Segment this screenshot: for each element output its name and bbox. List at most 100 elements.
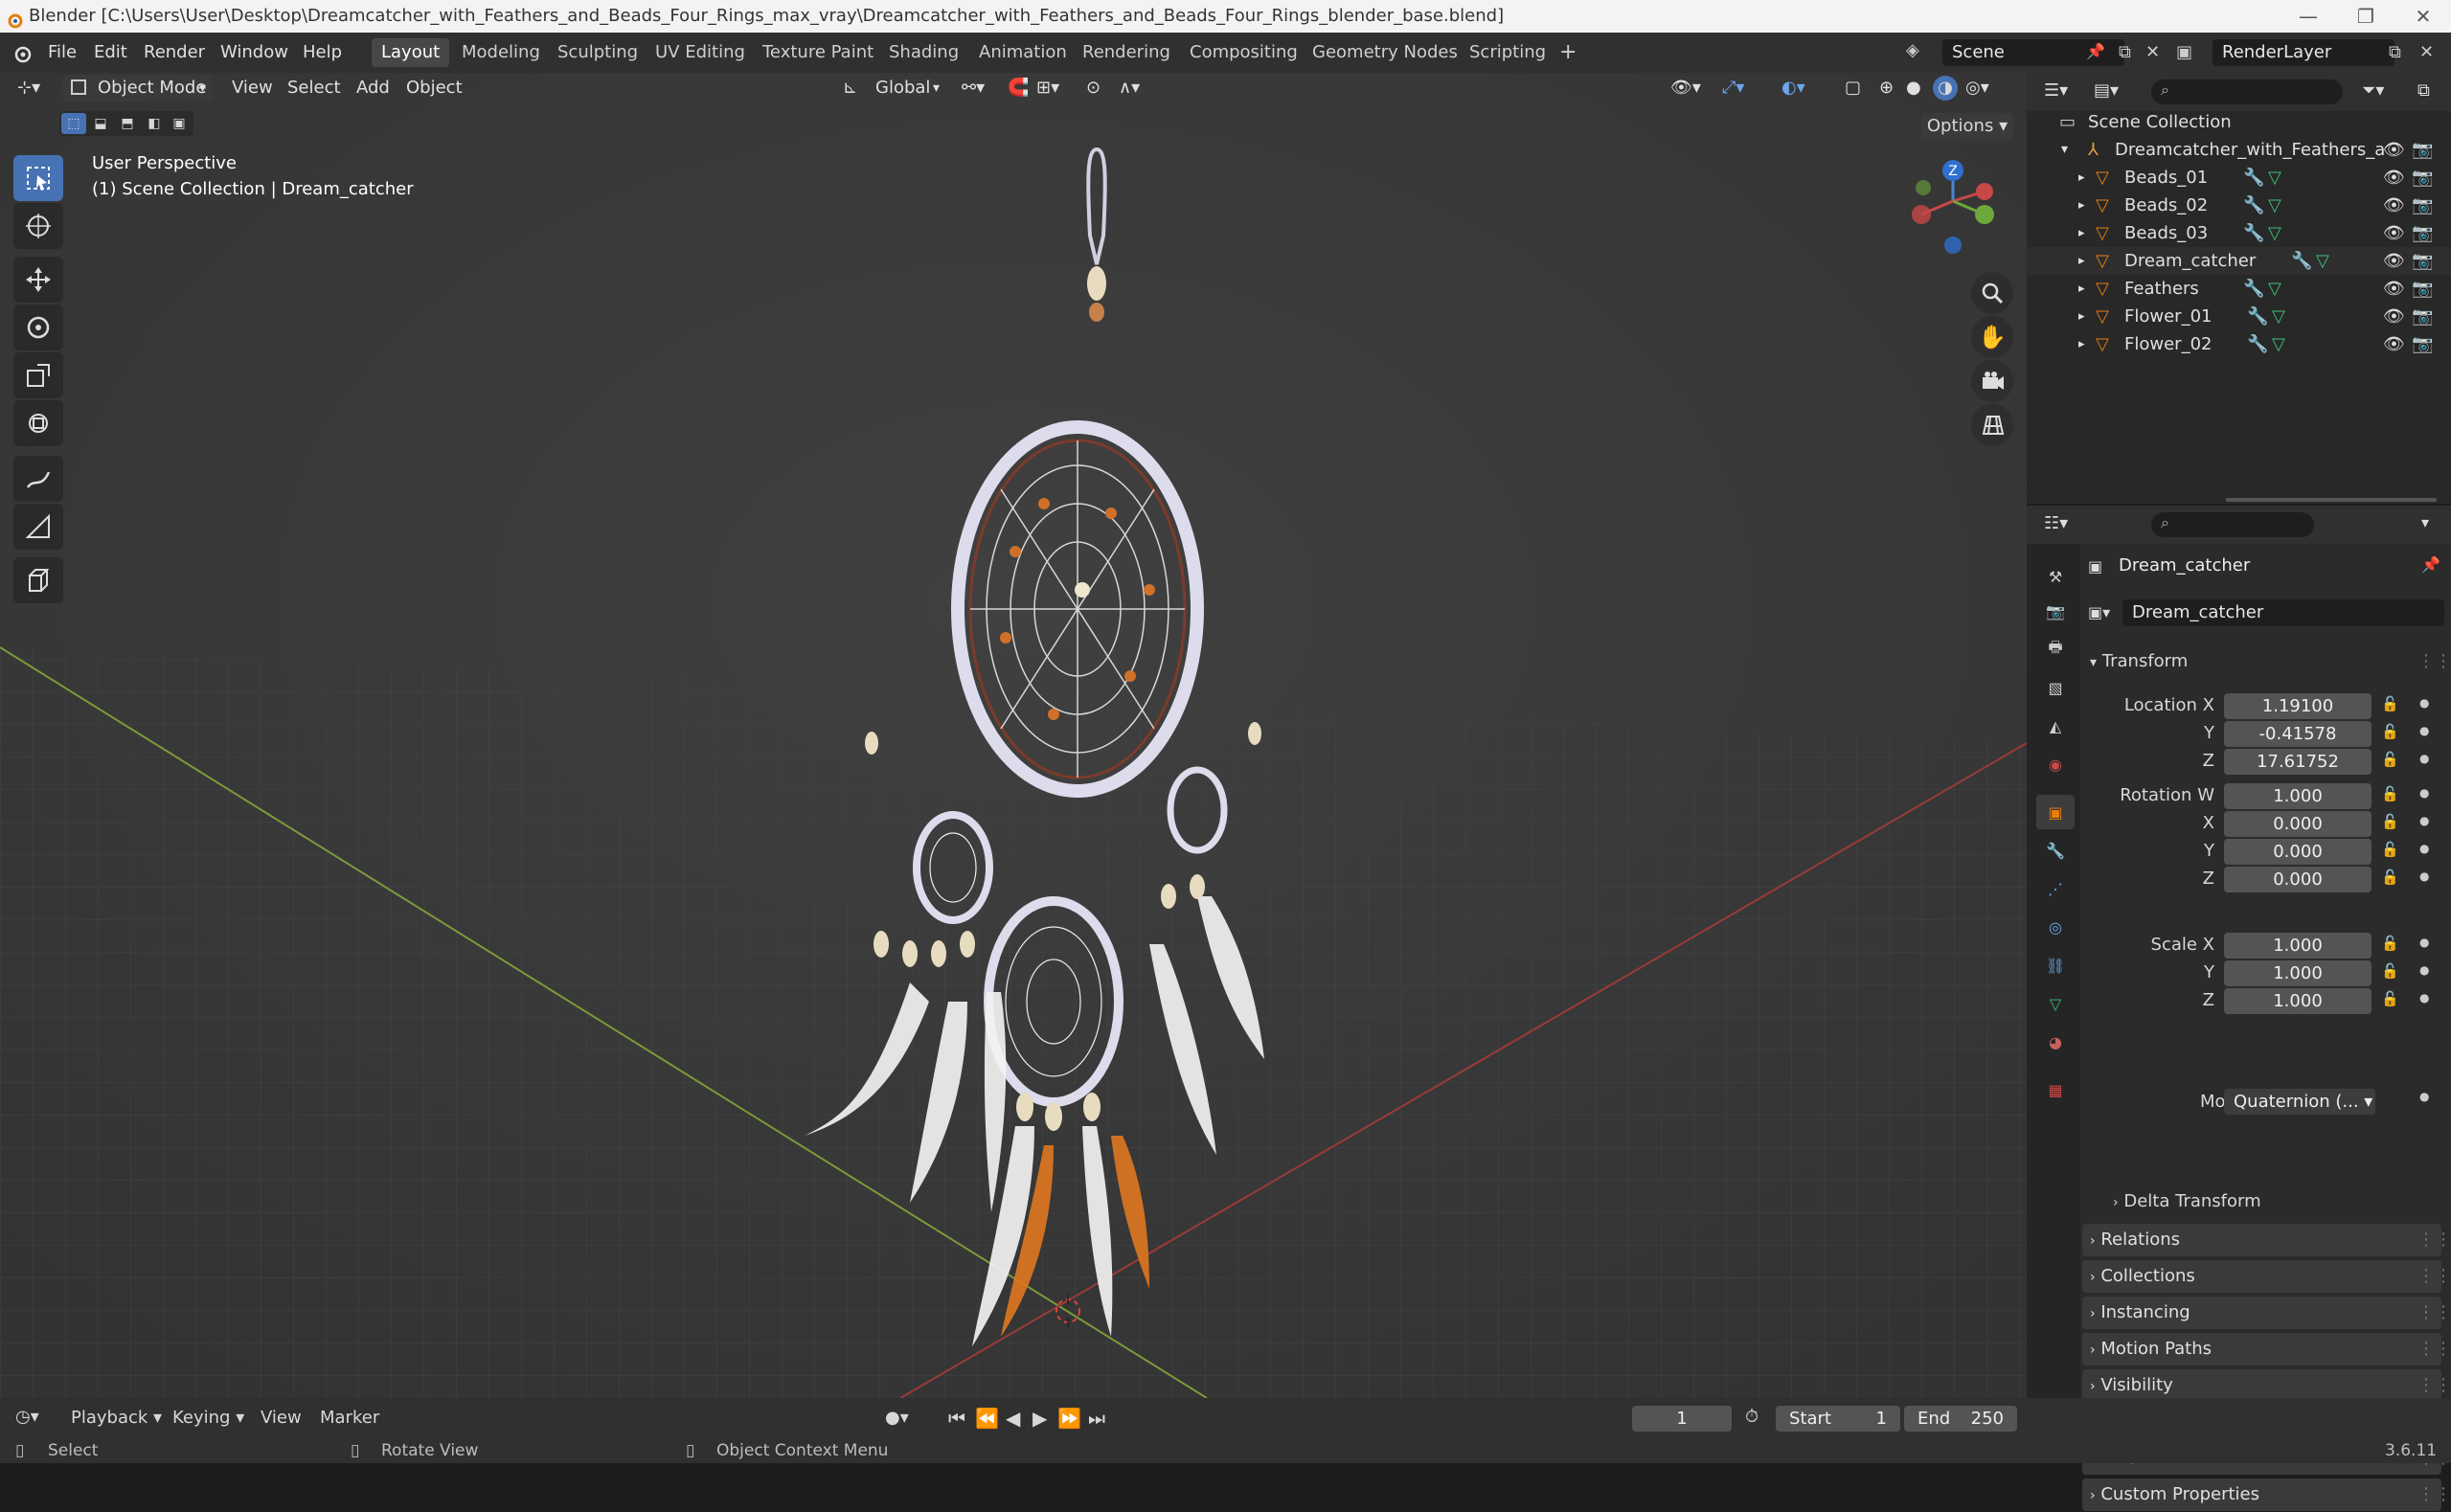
menu-render[interactable]: Render: [144, 33, 205, 73]
outliner-row-scene-collection[interactable]: ▭ Scene Collection: [2027, 108, 2451, 136]
menu-window[interactable]: Window: [220, 33, 288, 73]
timeline-menu-view[interactable]: View: [261, 1408, 302, 1428]
tab-modeling[interactable]: Modeling: [452, 38, 550, 67]
measure-tool[interactable]: [13, 504, 63, 550]
tab-sculpting[interactable]: Sculpting: [548, 38, 647, 67]
modifier-tab-icon[interactable]: 🔧: [2036, 833, 2075, 868]
keyframe-dot-icon[interactable]: ●: [2419, 936, 2429, 949]
new-layer-icon[interactable]: ⧉: [2389, 42, 2401, 62]
jump-keyframe-forward-icon[interactable]: ⏩: [1057, 1407, 1081, 1430]
panel-visibility[interactable]: › Visibility ⋮⋮: [2082, 1369, 2451, 1402]
modifier-icon[interactable]: 🔧: [2247, 330, 2268, 358]
outliner-row-item[interactable]: ▸ ▽ Beads_01 🔧 ▽ 👁 📷: [2027, 164, 2451, 192]
delete-scene-icon[interactable]: ✕: [2145, 42, 2160, 62]
proportional-edit-icon[interactable]: ⊙: [1086, 73, 1101, 103]
chevron-down-icon[interactable]: ▾: [2421, 513, 2429, 531]
expand-arrow-icon[interactable]: ▸: [2078, 275, 2085, 303]
tab-uv-editing[interactable]: UV Editing: [646, 38, 755, 67]
jump-end-icon[interactable]: ⏭: [1088, 1407, 1105, 1430]
keyframe-dot-icon[interactable]: ●: [2419, 696, 2429, 710]
scale-y-field[interactable]: 1.000: [2224, 960, 2372, 986]
drag-handle-icon[interactable]: ⋮⋮: [2417, 1297, 2451, 1329]
scene-tab-icon[interactable]: ◭: [2036, 709, 2075, 743]
rotation-z-field[interactable]: 0.000: [2224, 867, 2372, 892]
rendered-shading-icon[interactable]: ◎▾: [1965, 73, 1989, 103]
outliner-row-item[interactable]: ▸ ▽ Flower_01 🔧 ▽ 👁 📷: [2027, 303, 2451, 330]
outliner-row-item[interactable]: ▸ ▽ Dream_catcher 🔧 ▽ 👁 📷: [2027, 247, 2451, 275]
eye-icon[interactable]: 👁: [2383, 303, 2405, 330]
falloff-icon[interactable]: ∧▾: [1119, 73, 1140, 103]
viewport-menu-view[interactable]: View: [232, 73, 273, 103]
gizmo-icon[interactable]: ⤢▾: [1722, 73, 1744, 103]
timeline-menu-keying[interactable]: Keying ▾: [172, 1408, 244, 1428]
jump-keyframe-back-icon[interactable]: ⏪: [975, 1407, 999, 1430]
pin-icon[interactable]: 📌: [2086, 42, 2105, 60]
render-layer-icon[interactable]: ▣: [2176, 42, 2192, 62]
expand-arrow-icon[interactable]: ▸: [2078, 192, 2085, 219]
menu-file[interactable]: File: [48, 33, 77, 73]
keyframe-dot-icon[interactable]: ●: [2419, 814, 2429, 827]
lock-icon[interactable]: 🔓: [2381, 813, 2399, 830]
render-layer-field[interactable]: RenderLayer: [2213, 39, 2394, 66]
select-subtract-icon[interactable]: ⬒: [115, 113, 140, 134]
outliner-row-item[interactable]: ▸ ▽ Feathers 🔧 ▽ 👁 📷: [2027, 275, 2451, 303]
panel-collections[interactable]: › Collections ⋮⋮: [2082, 1260, 2451, 1293]
visibility-icon[interactable]: 👁▾: [1670, 73, 1701, 103]
camera-render-icon[interactable]: 📷: [2412, 219, 2433, 247]
timeline-menu-playback[interactable]: Playback ▾: [71, 1408, 162, 1428]
annotate-tool[interactable]: [13, 456, 63, 502]
data-tab-icon[interactable]: ▽: [2036, 986, 2075, 1021]
modifier-icon[interactable]: 🔧: [2243, 219, 2264, 247]
object-tab-icon[interactable]: ▣: [2036, 795, 2075, 829]
start-frame-field[interactable]: Start 1: [1776, 1406, 1900, 1432]
select-intersect-icon[interactable]: ▣: [167, 113, 192, 134]
new-scene-icon[interactable]: ⧉: [2119, 42, 2131, 62]
viewport-menu-object[interactable]: Object: [406, 73, 463, 103]
modifier-icon[interactable]: 🔧: [2243, 164, 2264, 192]
output-tab-icon[interactable]: 🖶: [2036, 632, 2075, 666]
minimize-icon[interactable]: —: [2280, 0, 2337, 33]
keyframe-dot-icon[interactable]: ●: [2419, 842, 2429, 855]
add-cube-tool[interactable]: [13, 557, 63, 603]
zoom-icon[interactable]: [1971, 272, 2013, 314]
filter-icon[interactable]: ⏷▾: [2362, 80, 2384, 101]
transform-panel-header[interactable]: ▾ Transform ⋮⋮: [2082, 645, 2451, 678]
camera-render-icon[interactable]: 📷: [2412, 303, 2433, 330]
location-y-field[interactable]: -0.41578: [2224, 721, 2372, 747]
keyframe-dot-icon[interactable]: ●: [2419, 724, 2429, 737]
modifier-icon[interactable]: 🔧: [2243, 275, 2264, 303]
camera-render-icon[interactable]: 📷: [2412, 247, 2433, 275]
expand-arrow-icon[interactable]: ▸: [2078, 247, 2085, 275]
camera-render-icon[interactable]: 📷: [2412, 136, 2433, 164]
expand-arrow-icon[interactable]: ▸: [2078, 164, 2085, 192]
mesh-data-icon[interactable]: ▽: [2272, 330, 2285, 358]
lock-icon[interactable]: 🔓: [2381, 723, 2399, 740]
lock-icon[interactable]: 🔓: [2381, 841, 2399, 858]
mesh-data-icon[interactable]: ▽: [2268, 219, 2281, 247]
rotation-mode-select[interactable]: Quaternion (... ▾: [2224, 1089, 2375, 1115]
outliner-row-item[interactable]: ▸ ▽ Beads_02 🔧 ▽ 👁 📷: [2027, 192, 2451, 219]
mesh-data-icon[interactable]: ▽: [2268, 192, 2281, 219]
eye-icon[interactable]: 👁: [2383, 136, 2405, 164]
eye-icon[interactable]: 👁: [2383, 275, 2405, 303]
lock-icon[interactable]: 🔓: [2381, 751, 2399, 768]
outliner-editor-icon[interactable]: ☰▾: [2044, 80, 2068, 101]
tab-layout[interactable]: Layout: [372, 38, 450, 67]
mesh-data-icon[interactable]: ▽: [2272, 303, 2285, 330]
scale-tool[interactable]: [13, 352, 63, 398]
snap-icon[interactable]: 🧲: [1008, 73, 1029, 103]
expand-arrow-icon[interactable]: ▸: [2078, 330, 2085, 358]
record-icon[interactable]: ●▾: [885, 1408, 909, 1428]
eye-icon[interactable]: 👁: [2383, 219, 2405, 247]
particles-tab-icon[interactable]: ⋰: [2036, 871, 2075, 906]
pivot-point-icon[interactable]: ⚯▾: [962, 73, 985, 103]
wireframe-shading-icon[interactable]: ⊕: [1879, 73, 1894, 103]
modifier-icon[interactable]: 🔧: [2247, 303, 2268, 330]
panel-relations[interactable]: › Relations ⋮⋮: [2082, 1224, 2451, 1256]
properties-search-input[interactable]: ⌕: [2151, 512, 2314, 537]
location-z-field[interactable]: 17.61752: [2224, 749, 2372, 775]
outliner-row-item[interactable]: ▸ ▽ Flower_02 🔧 ▽ 👁 📷: [2027, 330, 2451, 358]
rotate-tool[interactable]: [13, 305, 63, 350]
lock-icon[interactable]: 🔓: [2381, 935, 2399, 952]
rotation-x-field[interactable]: 0.000: [2224, 811, 2372, 837]
